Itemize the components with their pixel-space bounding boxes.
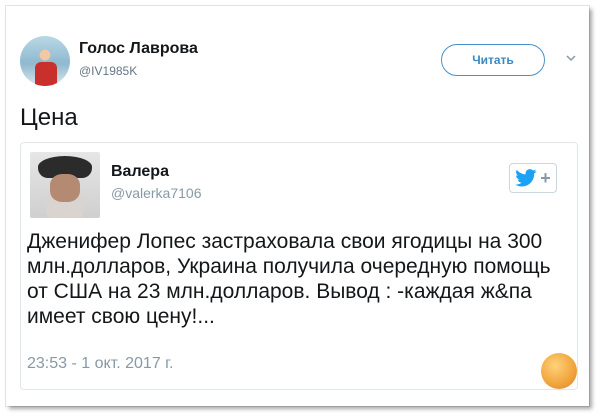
chevron-down-icon[interactable] [565,52,577,64]
quoted-tweet-text: Дженифер Лопес застраховала свои ягодицы… [27,230,551,328]
twitter-bird-icon [515,169,537,187]
quoted-timestamp[interactable]: 23:53 - 1 окт. 2017 г. [27,355,174,373]
plus-icon: + [540,168,551,188]
watermark-logo [541,353,577,389]
author-name[interactable]: Голос Лаврова [79,40,198,58]
quoted-author-avatar[interactable] [30,152,100,218]
follow-button[interactable]: Читать [441,44,545,76]
tweet-text: Цена [20,104,78,131]
quoted-author-name[interactable]: Валера [111,163,169,181]
quoted-follow-button[interactable]: + [509,163,557,193]
quoted-author-handle[interactable]: @valerka7106 [111,185,202,201]
author-handle[interactable]: @IV1985K [79,64,137,78]
quoted-tweet[interactable]: Валера @valerka7106 + Дженифер Лопес зас… [20,142,578,390]
author-avatar[interactable] [20,36,70,86]
